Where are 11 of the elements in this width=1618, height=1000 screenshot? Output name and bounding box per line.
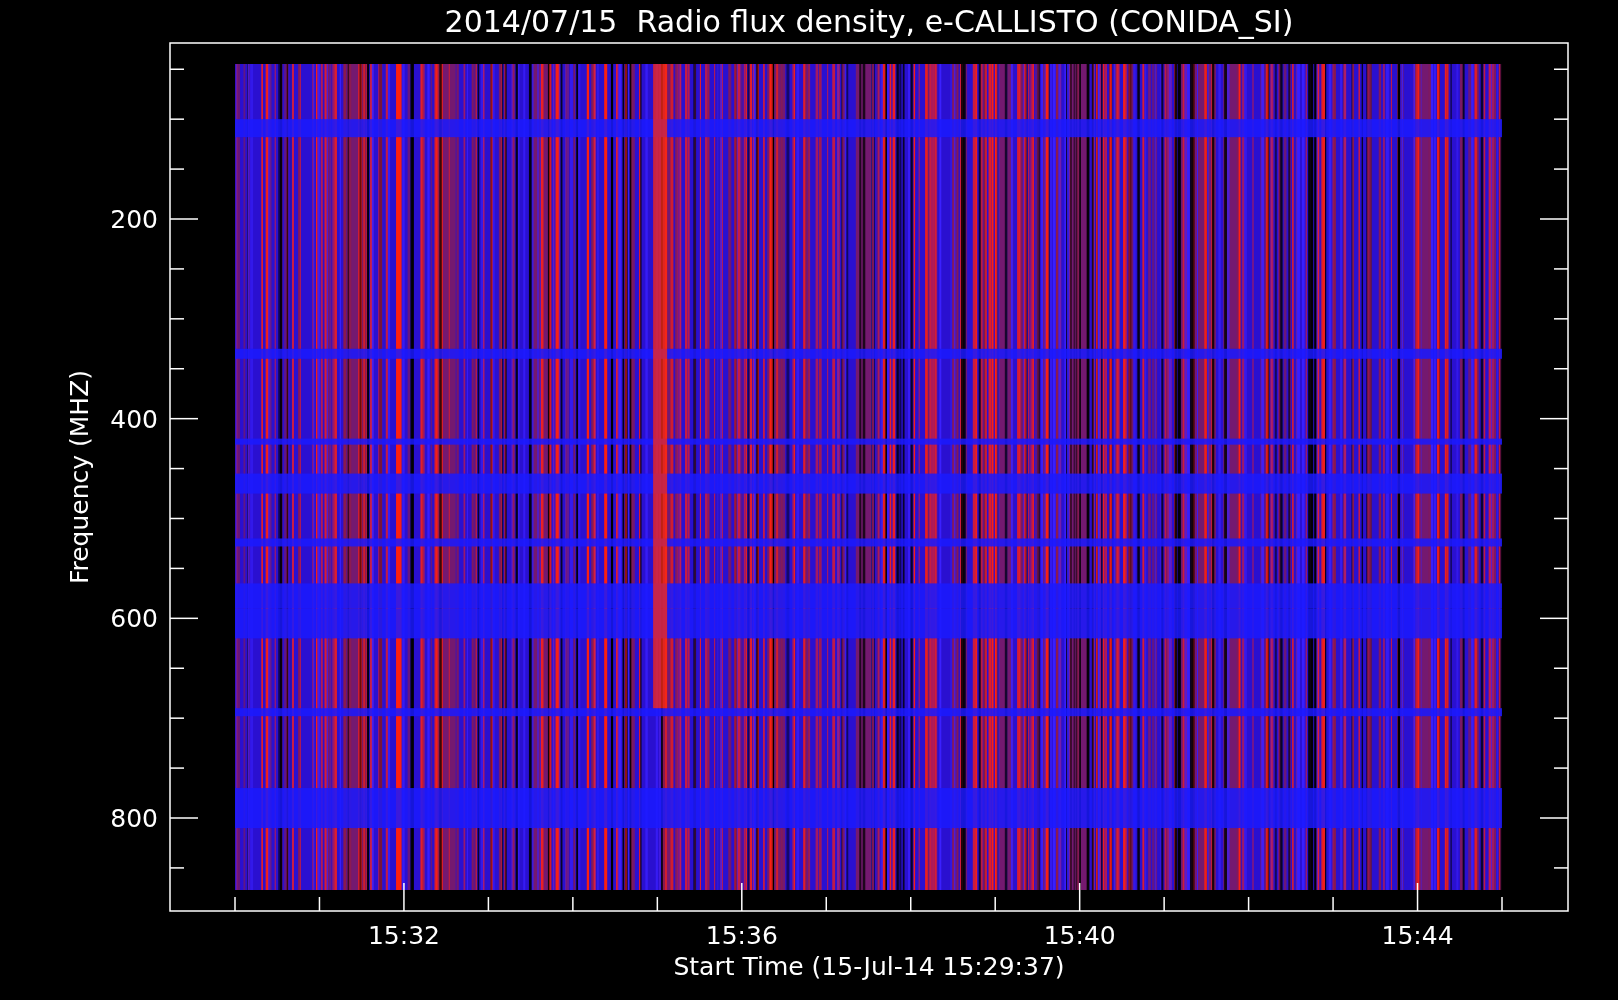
y-tick-label: 400 [110,404,158,434]
x-axis-label: Start Time (15-Jul-14 15:29:37) [673,952,1065,981]
y-tick-label: 800 [110,804,158,833]
x-tick-label: 15:36 [705,921,778,950]
x-tick-label: 15:40 [1043,921,1116,950]
y-tick-label: 200 [110,205,158,234]
chart-title: 2014/07/15 Radio flux density, e-CALLISTO (CONIDA_SI) [444,4,1294,39]
x-tick-label: 15:32 [367,921,440,950]
y-tick-label: 600 [110,604,158,634]
y-axis-label: Frequency (MHZ) [65,369,94,585]
x-tick-label: 15:44 [1381,921,1454,950]
